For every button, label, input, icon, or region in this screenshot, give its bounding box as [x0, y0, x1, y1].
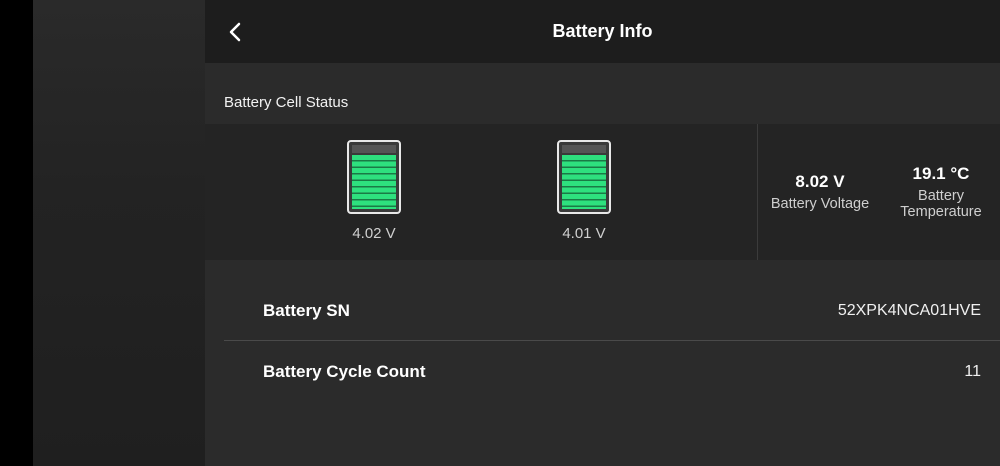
- cell-status-label: Battery Cell Status: [224, 94, 349, 111]
- battery-voltage-value: 8.02 V: [795, 172, 845, 191]
- back-button[interactable]: [223, 18, 247, 46]
- battery-cycle-count-label: Battery Cycle Count: [263, 362, 426, 381]
- battery-temperature-label: Battery Temperature: [900, 188, 982, 220]
- battery-icon: [347, 140, 401, 214]
- battery-voltage-label: Battery Voltage: [770, 196, 870, 212]
- left-pane: [33, 0, 205, 466]
- cell-status-panel: 4.02 V 4.01 V: [205, 124, 757, 260]
- battery-cycle-count-row: Battery Cycle Count 11: [224, 342, 981, 402]
- battery-voltage-stat: 8.02 V Battery Voltage: [758, 172, 882, 212]
- divider: [224, 340, 1000, 341]
- battery-sn-value: 52XPK4NCA01HVE: [837, 302, 981, 319]
- cell-1: 4.02 V: [345, 140, 403, 242]
- cell-1-level: [352, 155, 396, 209]
- cell-2-level: [562, 155, 606, 209]
- battery-icon: [557, 140, 611, 214]
- battery-cycle-count-value: 11: [964, 363, 981, 380]
- battery-sn-label: Battery SN: [263, 301, 350, 320]
- cell-1-voltage: 4.02 V: [352, 225, 396, 242]
- cell-2-voltage: 4.01 V: [562, 225, 606, 242]
- battery-sn-row: Battery SN 52XPK4NCA01HVE: [224, 281, 981, 341]
- page-title: Battery Info: [552, 21, 653, 41]
- header-bar: Battery Info: [205, 0, 1000, 63]
- chevron-left-icon: [229, 22, 241, 42]
- battery-temperature-value: 19.1 °C: [912, 164, 970, 183]
- left-edge: [0, 0, 33, 466]
- battery-temperature-stat: 19.1 °C Battery Temperature: [882, 164, 1000, 220]
- battery-summary-panel: 8.02 V Battery Voltage 19.1 °C Battery T…: [757, 124, 1000, 260]
- battery-info-panel: Battery Info Battery Cell Status 4.02 V …: [205, 0, 1000, 466]
- cell-2: 4.01 V: [555, 140, 613, 242]
